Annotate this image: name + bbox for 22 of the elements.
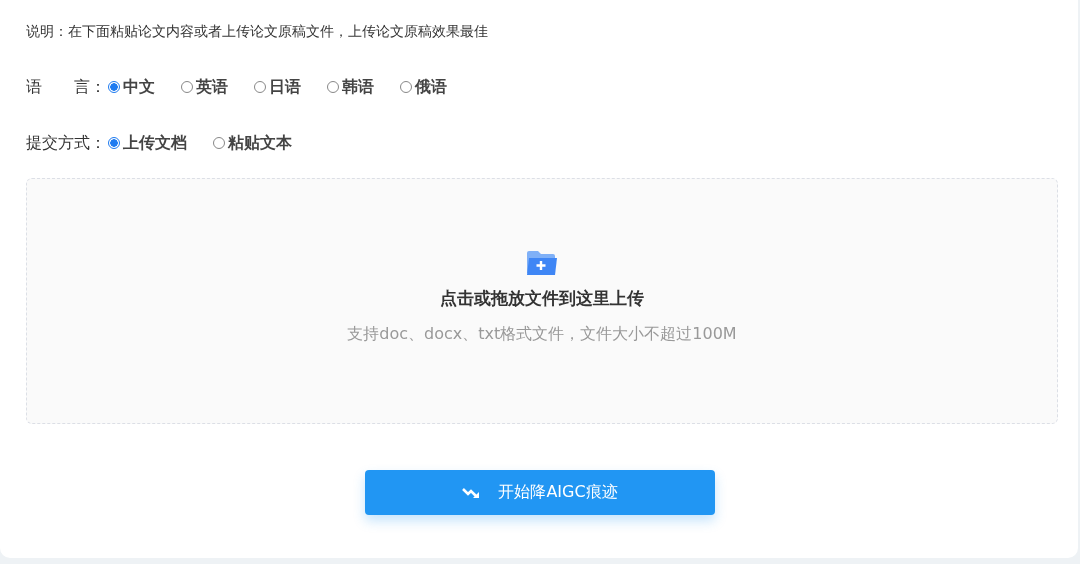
radio-button[interactable]	[181, 81, 193, 93]
radio-button[interactable]	[327, 81, 339, 93]
radio-button[interactable]	[254, 81, 266, 93]
radio-option[interactable]: 日语	[254, 76, 301, 98]
radio-option[interactable]: 上传文档	[108, 132, 187, 154]
radio-option[interactable]: 俄语	[400, 76, 447, 98]
folder-add-icon	[525, 249, 559, 277]
upload-title: 点击或拖放文件到这里上传	[440, 287, 644, 310]
radio-option[interactable]: 英语	[181, 76, 228, 98]
radio-option[interactable]: 韩语	[327, 76, 374, 98]
upload-hint: 支持doc、docx、txt格式文件，文件大小不超过100M	[347, 324, 737, 345]
radio-button[interactable]	[108, 81, 120, 93]
field-label: 语 言：	[26, 76, 106, 98]
field-label: 提交方式：	[26, 132, 106, 154]
radio-option[interactable]: 粘贴文本	[213, 132, 292, 154]
trend-down-icon	[462, 486, 481, 499]
radio-button[interactable]	[400, 81, 412, 93]
radio-option[interactable]: 中文	[108, 76, 155, 98]
radio-button[interactable]	[108, 137, 120, 149]
upload-dropzone[interactable]: 点击或拖放文件到这里上传 支持doc、docx、txt格式文件，文件大小不超过100M	[26, 178, 1058, 424]
radio-button[interactable]	[213, 137, 225, 149]
instruction-text: 说明：在下面粘贴论文内容或者上传论文原稿文件，上传论文原稿效果最佳	[26, 22, 489, 41]
